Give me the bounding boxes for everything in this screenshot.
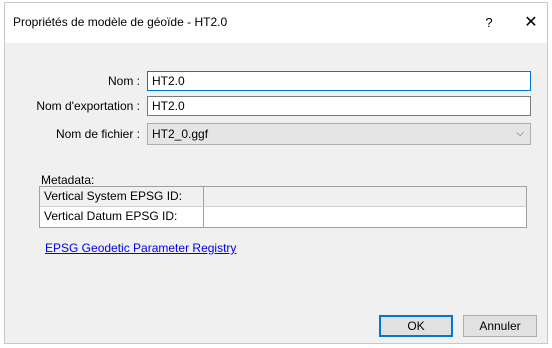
table-row[interactable]: Vertical Datum EPSG ID: (40, 207, 526, 227)
vertical-datum-epsg-value[interactable] (204, 207, 526, 227)
geoid-model-properties-dialog: Propriétés de modèle de géoïde - HT2.0 ?… (4, 2, 548, 344)
chevron-down-icon: ⌵ (516, 128, 524, 139)
ok-button[interactable]: OK (379, 315, 453, 337)
table-row[interactable]: Vertical System EPSG ID: (40, 187, 526, 207)
metadata-grid: Vertical System EPSG ID: Vertical Datum … (39, 186, 527, 228)
help-button[interactable]: ? (479, 13, 499, 33)
vertical-system-epsg-label: Vertical System EPSG ID: (40, 187, 204, 206)
file-name-dropdown[interactable]: HT2_0.ggf ⌵ (147, 123, 531, 145)
file-name-label: Nom de fichier : (55, 127, 140, 141)
name-label: Nom : (107, 74, 140, 88)
close-button[interactable]: ✕ (521, 13, 541, 33)
vertical-system-epsg-value[interactable] (204, 187, 526, 206)
metadata-label: Metadata: (41, 173, 95, 187)
vertical-datum-epsg-label: Vertical Datum EPSG ID: (40, 207, 204, 227)
cancel-button[interactable]: Annuler (463, 315, 537, 337)
dialog-title: Propriétés de modèle de géoïde - HT2.0 (13, 15, 228, 29)
name-field[interactable]: HT2.0 (147, 71, 531, 91)
file-name-value: HT2_0.ggf (152, 127, 209, 141)
title-bar: Propriétés de modèle de géoïde - HT2.0 ?… (5, 3, 547, 43)
epsg-registry-link[interactable]: EPSG Geodetic Parameter Registry (45, 241, 236, 255)
export-name-label: Nom d'exportation : (36, 99, 140, 113)
export-name-field[interactable]: HT2.0 (147, 96, 531, 116)
